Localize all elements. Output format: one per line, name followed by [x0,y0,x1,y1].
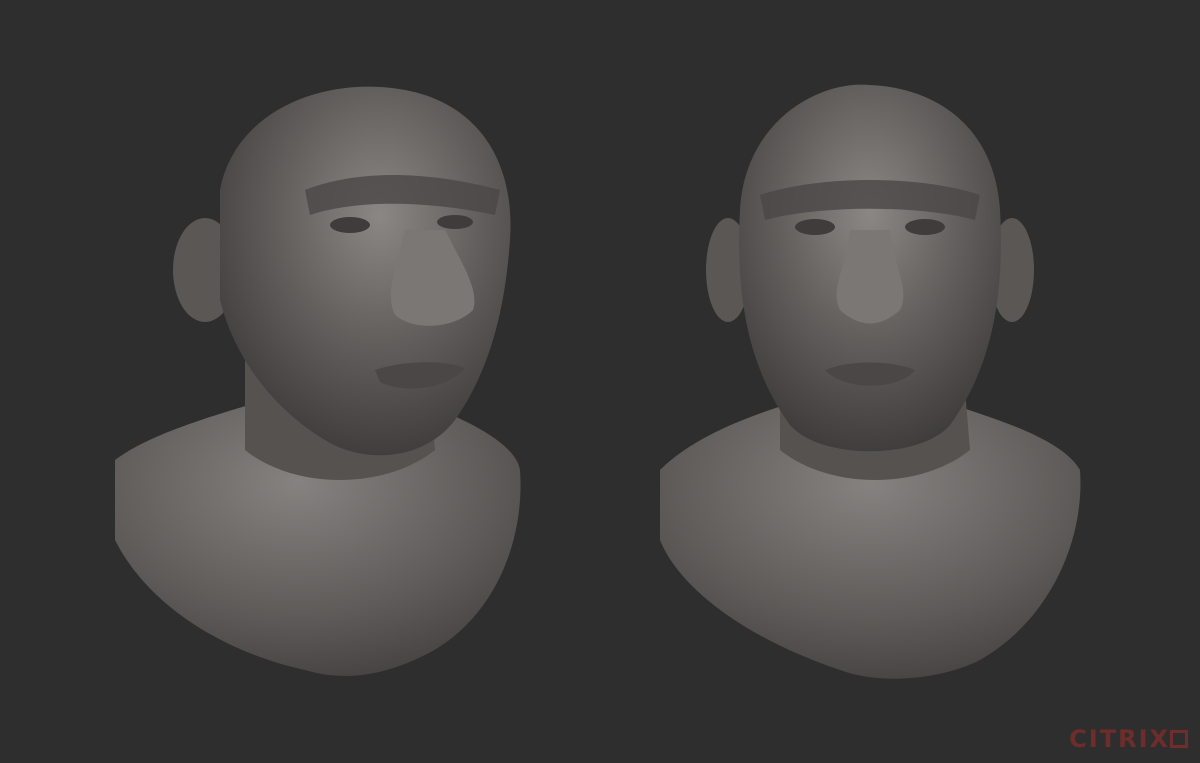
watermark-text: CITRIX [1069,725,1170,753]
eye-right [905,219,945,235]
eye-left [795,219,835,235]
eye-left [330,217,370,233]
watermark-logo-icon [1170,730,1188,748]
bust-front-illustration [660,84,1081,679]
eye-right [437,215,473,229]
bust-front-view [650,70,1090,700]
bust-three-quarter-illustration [115,86,521,676]
bust-three-quarter-view [95,70,535,700]
watermark: CITRIX [1069,725,1188,753]
render-canvas: CITRIX [0,0,1200,763]
